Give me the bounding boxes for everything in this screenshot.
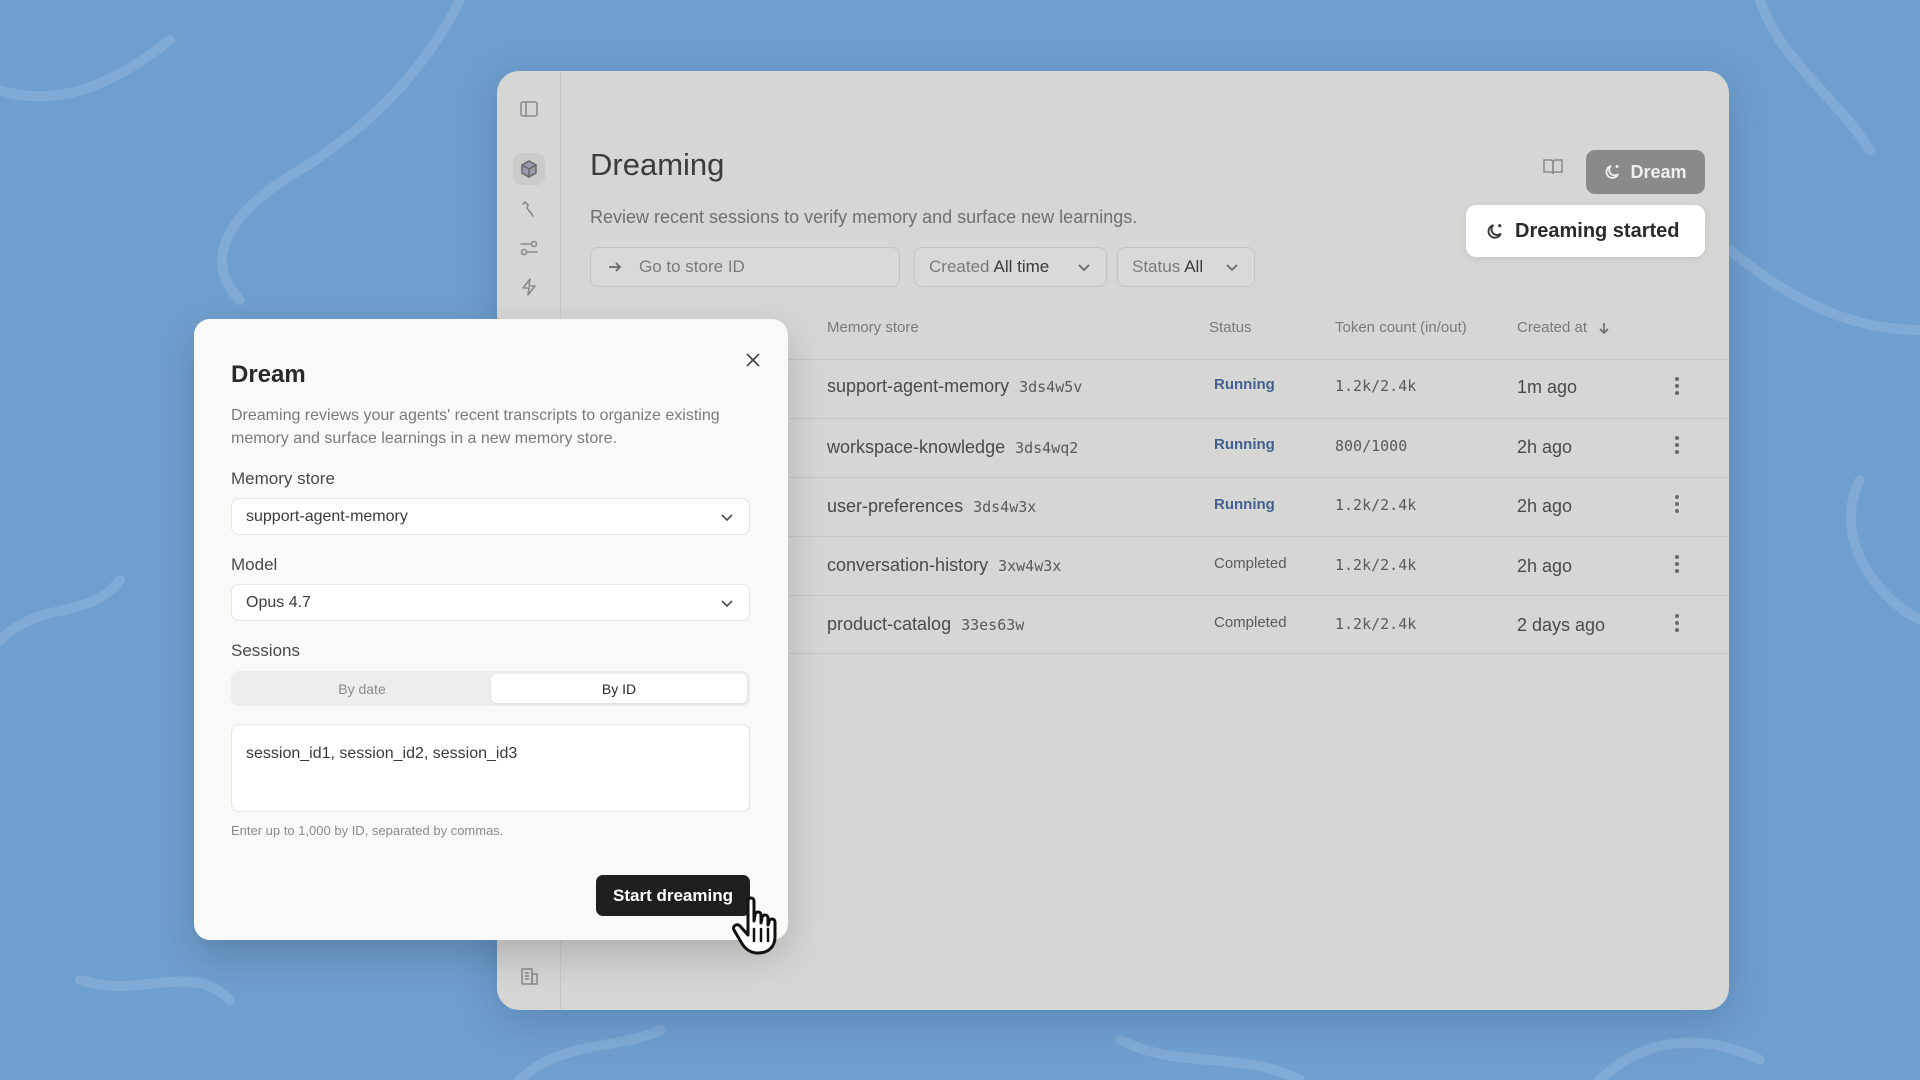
created-at: 2 days ago — [1517, 615, 1606, 635]
page-title: Dreaming — [590, 147, 725, 182]
tab-by-date[interactable]: By date — [234, 674, 490, 703]
flow-icon[interactable] — [513, 232, 545, 264]
memory-store-id: 3ds4wq2 — [1015, 439, 1079, 457]
memory-store-cell: product-catalog 33es63w — [827, 614, 1024, 635]
tool-icon[interactable] — [513, 193, 545, 225]
start-dreaming-button[interactable]: Start dreaming — [596, 875, 750, 916]
status-badge: Running — [1214, 436, 1275, 453]
memory-store-id: 33es63w — [961, 616, 1025, 634]
created-filter-value: All time — [993, 257, 1050, 276]
created-at: 2h ago — [1517, 496, 1573, 516]
memory-store-id: 3ds4w5v — [1019, 378, 1083, 396]
more-options-icon[interactable] — [1674, 377, 1680, 397]
more-options-icon[interactable] — [1674, 555, 1680, 575]
memory-store-name: product-catalog — [827, 614, 952, 634]
sessions-textarea[interactable]: session_id1, session_id2, session_id3 — [231, 724, 750, 812]
created-at: 2h ago — [1517, 556, 1573, 576]
page-subtitle: Review recent sessions to verify memory … — [590, 207, 1138, 227]
memory-store-cell: conversation-history 3xw4w3x — [827, 555, 1061, 576]
column-header-created[interactable]: Created at — [1517, 319, 1611, 336]
memory-store-id: 3xw4w3x — [998, 557, 1062, 575]
created-at: 2h ago — [1517, 437, 1573, 457]
modal-description: Dreaming reviews your agents' recent tra… — [231, 407, 720, 447]
store-id-placeholder: Go to store ID — [639, 257, 745, 276]
docs-icon[interactable] — [1537, 151, 1569, 183]
status-filter-label: Status — [1132, 257, 1181, 276]
modal-title: Dream — [231, 361, 306, 388]
sessions-segmented-control: By date By ID — [231, 671, 750, 706]
model-select[interactable]: Opus 4.7 — [231, 584, 750, 621]
created-filter-label: Created — [929, 257, 990, 276]
dream-button[interactable]: Dream — [1586, 150, 1705, 194]
chevron-down-icon — [721, 599, 733, 607]
column-header-created-label: Created at — [1517, 319, 1588, 336]
building-icon[interactable] — [513, 960, 545, 992]
panel-toggle-icon[interactable] — [513, 93, 545, 125]
memory-store-id: 3ds4w3x — [973, 498, 1037, 516]
bolt-icon[interactable] — [513, 271, 545, 303]
token-count: 1.2k/2.4k — [1335, 615, 1417, 633]
model-label: Model — [231, 555, 278, 574]
memory-store-name: user-preferences — [827, 496, 964, 516]
status-filter[interactable]: Status All — [1117, 247, 1255, 287]
memory-store-label: Memory store — [231, 469, 335, 488]
status-badge: Completed — [1214, 614, 1287, 631]
more-options-icon[interactable] — [1674, 436, 1680, 456]
sessions-label: Sessions — [231, 641, 300, 660]
cube-icon[interactable] — [513, 153, 545, 185]
hand-cursor-icon — [732, 896, 777, 955]
memory-store-name: support-agent-memory — [827, 376, 1010, 396]
arrow-right-icon — [609, 262, 622, 272]
toast-notification: Dreaming started — [1466, 205, 1705, 257]
moon-icon — [1487, 223, 1502, 239]
moon-icon — [1606, 165, 1620, 179]
dream-button-label: Dream — [1630, 161, 1687, 182]
chevron-down-icon — [1226, 264, 1238, 272]
token-count: 1.2k/2.4k — [1335, 556, 1417, 574]
token-count: 1.2k/2.4k — [1335, 496, 1417, 514]
dream-modal: Dream Dreaming reviews your agents' rece… — [194, 319, 788, 940]
token-count: 800/1000 — [1335, 437, 1408, 455]
chevron-down-icon — [1078, 264, 1090, 272]
memory-store-select[interactable]: support-agent-memory — [231, 498, 750, 535]
store-id-search[interactable]: Go to store ID — [590, 247, 900, 287]
sort-arrow-down-icon — [1599, 322, 1609, 334]
memory-store-name: workspace-knowledge — [827, 437, 1006, 457]
more-options-icon[interactable] — [1674, 495, 1680, 515]
column-header-status[interactable]: Status — [1209, 319, 1252, 336]
column-header-tokens[interactable]: Token count (in/out) — [1335, 319, 1467, 336]
memory-store-select-value: support-agent-memory — [246, 507, 408, 525]
memory-store-cell: user-preferences 3ds4w3x — [827, 496, 1036, 517]
memory-store-cell: support-agent-memory 3ds4w5v — [827, 376, 1082, 397]
close-icon[interactable] — [737, 344, 769, 376]
token-count: 1.2k/2.4k — [1335, 377, 1417, 395]
sessions-hint: Enter up to 1,000 by ID, separated by co… — [231, 823, 504, 838]
column-header-memory-store[interactable]: Memory store — [827, 319, 919, 336]
status-badge: Running — [1214, 376, 1275, 393]
chevron-down-icon — [721, 513, 733, 521]
memory-store-cell: workspace-knowledge 3ds4wq2 — [827, 437, 1078, 458]
created-filter[interactable]: Created All time — [914, 247, 1107, 287]
status-badge: Running — [1214, 496, 1275, 513]
toast-text: Dreaming started — [1515, 219, 1680, 242]
model-select-value: Opus 4.7 — [246, 593, 311, 611]
status-filter-value: All — [1184, 257, 1204, 276]
more-options-icon[interactable] — [1674, 614, 1680, 634]
memory-store-name: conversation-history — [827, 555, 989, 575]
created-at: 1m ago — [1517, 377, 1578, 397]
tab-by-id[interactable]: By ID — [491, 674, 747, 703]
status-badge: Completed — [1214, 555, 1287, 572]
